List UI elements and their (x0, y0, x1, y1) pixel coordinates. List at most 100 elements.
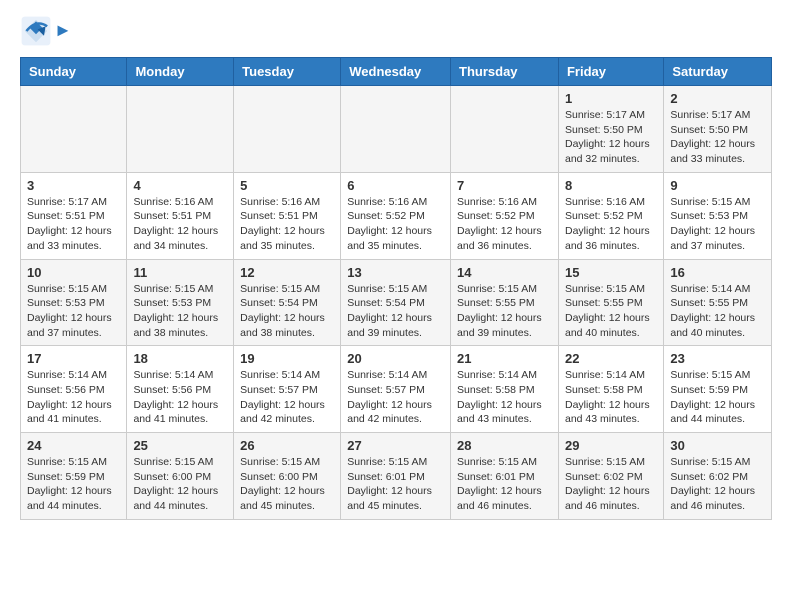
calendar-cell: 26 Sunrise: 5:15 AM Sunset: 6:00 PM Dayli… (234, 433, 341, 520)
day-info: Sunrise: 5:15 AM Sunset: 6:00 PM Dayligh… (133, 455, 227, 514)
calendar-cell: 24 Sunrise: 5:15 AM Sunset: 5:59 PM Dayli… (21, 433, 127, 520)
day-number: 27 (347, 438, 444, 453)
calendar-cell: 22 Sunrise: 5:14 AM Sunset: 5:58 PM Dayli… (558, 346, 663, 433)
day-info: Sunrise: 5:15 AM Sunset: 5:59 PM Dayligh… (670, 368, 765, 427)
day-info: Sunrise: 5:14 AM Sunset: 5:58 PM Dayligh… (565, 368, 657, 427)
day-info: Sunrise: 5:16 AM Sunset: 5:52 PM Dayligh… (347, 195, 444, 254)
day-info: Sunrise: 5:15 AM Sunset: 5:59 PM Dayligh… (27, 455, 120, 514)
logo: ► (20, 15, 72, 47)
col-header-saturday: Saturday (664, 58, 772, 86)
calendar-cell: 12 Sunrise: 5:15 AM Sunset: 5:54 PM Dayli… (234, 259, 341, 346)
calendar-cell: 10Sunrise: 5:15 AM Sunset: 5:53 PM Dayli… (21, 259, 127, 346)
day-info: Sunrise: 5:15 AM Sunset: 5:55 PM Dayligh… (565, 282, 657, 341)
day-number: 19 (240, 351, 334, 366)
calendar-cell: 3 Sunrise: 5:17 AM Sunset: 5:51 PM Daylig… (21, 172, 127, 259)
day-info: Sunrise: 5:14 AM Sunset: 5:56 PM Dayligh… (133, 368, 227, 427)
col-header-sunday: Sunday (21, 58, 127, 86)
day-number: 3 (27, 178, 120, 193)
logo-icon (20, 15, 52, 47)
day-number: 23 (670, 351, 765, 366)
calendar-cell: 25 Sunrise: 5:15 AM Sunset: 6:00 PM Dayli… (127, 433, 234, 520)
header: ► (20, 15, 772, 47)
calendar-cell (127, 86, 234, 173)
calendar-cell: 29Sunrise: 5:15 AM Sunset: 6:02 PM Dayli… (558, 433, 663, 520)
col-header-wednesday: Wednesday (341, 58, 451, 86)
day-info: Sunrise: 5:15 AM Sunset: 6:02 PM Dayligh… (670, 455, 765, 514)
calendar-week-row: 1 Sunrise: 5:17 AM Sunset: 5:50 PM Daylig… (21, 86, 772, 173)
day-info: Sunrise: 5:14 AM Sunset: 5:57 PM Dayligh… (240, 368, 334, 427)
calendar-cell (341, 86, 451, 173)
day-number: 5 (240, 178, 334, 193)
day-number: 8 (565, 178, 657, 193)
calendar-cell: 11 Sunrise: 5:15 AM Sunset: 5:53 PM Dayli… (127, 259, 234, 346)
col-header-thursday: Thursday (451, 58, 559, 86)
col-header-friday: Friday (558, 58, 663, 86)
calendar-week-row: 17 Sunrise: 5:14 AM Sunset: 5:56 PM Dayli… (21, 346, 772, 433)
calendar-cell: 28Sunrise: 5:15 AM Sunset: 6:01 PM Dayli… (451, 433, 559, 520)
day-info: Sunrise: 5:14 AM Sunset: 5:56 PM Dayligh… (27, 368, 120, 427)
calendar-cell: 4Sunrise: 5:16 AM Sunset: 5:51 PM Daylig… (127, 172, 234, 259)
day-info: Sunrise: 5:15 AM Sunset: 6:00 PM Dayligh… (240, 455, 334, 514)
day-number: 14 (457, 265, 552, 280)
day-number: 18 (133, 351, 227, 366)
calendar-cell: 19 Sunrise: 5:14 AM Sunset: 5:57 PM Dayli… (234, 346, 341, 433)
calendar-cell: 5 Sunrise: 5:16 AM Sunset: 5:51 PM Daylig… (234, 172, 341, 259)
calendar-cell: 2Sunrise: 5:17 AM Sunset: 5:50 PM Daylig… (664, 86, 772, 173)
day-info: Sunrise: 5:15 AM Sunset: 5:53 PM Dayligh… (670, 195, 765, 254)
day-number: 21 (457, 351, 552, 366)
day-number: 22 (565, 351, 657, 366)
day-info: Sunrise: 5:17 AM Sunset: 5:51 PM Dayligh… (27, 195, 120, 254)
day-number: 12 (240, 265, 334, 280)
day-info: Sunrise: 5:16 AM Sunset: 5:52 PM Dayligh… (457, 195, 552, 254)
calendar-week-row: 10 Sunrise: 5:15 AM Sunset: 5:53 PM Dayli… (21, 259, 772, 346)
day-number: 25 (133, 438, 227, 453)
day-number: 6 (347, 178, 444, 193)
day-number: 26 (240, 438, 334, 453)
day-number: 24 (27, 438, 120, 453)
page: ► SundayMondayTuesdayWednesdayThursdayFr… (0, 0, 792, 540)
calendar-cell: 21Sunrise: 5:14 AM Sunset: 5:58 PM Dayli… (451, 346, 559, 433)
day-number: 13 (347, 265, 444, 280)
day-number: 10 (27, 265, 120, 280)
calendar-cell: 15 Sunrise: 5:15 AM Sunset: 5:55 PM Dayli… (558, 259, 663, 346)
day-info: Sunrise: 5:17 AM Sunset: 5:50 PM Dayligh… (670, 108, 765, 167)
calendar-header-row: SundayMondayTuesdayWednesdayThursdayFrid… (21, 58, 772, 86)
day-info: Sunrise: 5:17 AM Sunset: 5:50 PM Dayligh… (565, 108, 657, 167)
day-number: 20 (347, 351, 444, 366)
day-number: 1 (565, 91, 657, 106)
day-number: 30 (670, 438, 765, 453)
calendar-cell (21, 86, 127, 173)
day-info: Sunrise: 5:14 AM Sunset: 5:57 PM Dayligh… (347, 368, 444, 427)
calendar-cell: 6 Sunrise: 5:16 AM Sunset: 5:52 PM Daylig… (341, 172, 451, 259)
calendar-cell: 8Sunrise: 5:16 AM Sunset: 5:52 PM Daylig… (558, 172, 663, 259)
calendar-cell: 20 Sunrise: 5:14 AM Sunset: 5:57 PM Dayli… (341, 346, 451, 433)
col-header-monday: Monday (127, 58, 234, 86)
calendar-week-row: 3 Sunrise: 5:17 AM Sunset: 5:51 PM Daylig… (21, 172, 772, 259)
calendar-cell: 30 Sunrise: 5:15 AM Sunset: 6:02 PM Dayli… (664, 433, 772, 520)
day-number: 4 (133, 178, 227, 193)
day-info: Sunrise: 5:14 AM Sunset: 5:55 PM Dayligh… (670, 282, 765, 341)
calendar-cell: 23 Sunrise: 5:15 AM Sunset: 5:59 PM Dayli… (664, 346, 772, 433)
calendar-cell: 9 Sunrise: 5:15 AM Sunset: 5:53 PM Daylig… (664, 172, 772, 259)
calendar-cell: 17 Sunrise: 5:14 AM Sunset: 5:56 PM Dayli… (21, 346, 127, 433)
logo-text: ► (54, 20, 72, 42)
calendar-cell (451, 86, 559, 173)
day-info: Sunrise: 5:16 AM Sunset: 5:51 PM Dayligh… (240, 195, 334, 254)
calendar-cell (234, 86, 341, 173)
calendar-cell: 18 Sunrise: 5:14 AM Sunset: 5:56 PM Dayli… (127, 346, 234, 433)
col-header-tuesday: Tuesday (234, 58, 341, 86)
calendar-cell: 27Sunrise: 5:15 AM Sunset: 6:01 PM Dayli… (341, 433, 451, 520)
day-number: 17 (27, 351, 120, 366)
day-number: 29 (565, 438, 657, 453)
calendar-cell: 16 Sunrise: 5:14 AM Sunset: 5:55 PM Dayli… (664, 259, 772, 346)
calendar-table: SundayMondayTuesdayWednesdayThursdayFrid… (20, 57, 772, 520)
day-number: 9 (670, 178, 765, 193)
day-info: Sunrise: 5:15 AM Sunset: 5:54 PM Dayligh… (347, 282, 444, 341)
day-info: Sunrise: 5:15 AM Sunset: 5:54 PM Dayligh… (240, 282, 334, 341)
day-info: Sunrise: 5:15 AM Sunset: 5:53 PM Dayligh… (133, 282, 227, 341)
day-number: 11 (133, 265, 227, 280)
day-number: 16 (670, 265, 765, 280)
calendar-cell: 14Sunrise: 5:15 AM Sunset: 5:55 PM Dayli… (451, 259, 559, 346)
day-number: 15 (565, 265, 657, 280)
calendar-cell: 13 Sunrise: 5:15 AM Sunset: 5:54 PM Dayli… (341, 259, 451, 346)
